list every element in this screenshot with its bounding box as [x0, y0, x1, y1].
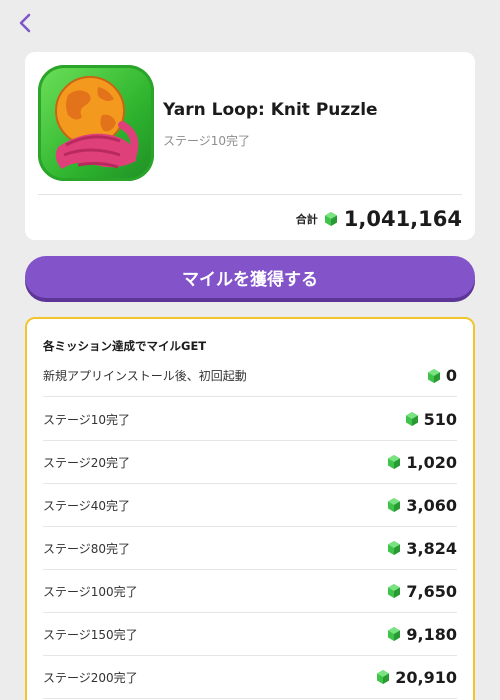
green-gem-icon [405, 412, 418, 426]
back-button[interactable] [14, 12, 36, 34]
mission-row: ステージ150完了 9,180 [43, 613, 457, 656]
mission-label: ステージ200完了 [43, 670, 138, 685]
mission-row: ステージ80完了 3,824 [43, 527, 457, 570]
mission-reward: 7,650 [387, 582, 457, 601]
mission-reward-value: 7,650 [406, 581, 457, 601]
mission-heading: 各ミッション達成でマイルGET [43, 339, 207, 353]
mission-label: ステージ20完了 [43, 455, 131, 470]
mission-label: ステージ150完了 [43, 627, 138, 642]
chevron-left-icon [19, 13, 31, 33]
total-value: 1,041,164 [343, 207, 462, 231]
total-miles: 合計 1,041,164 [296, 204, 462, 234]
mission-reward: 3,824 [387, 539, 457, 558]
mission-row: ステージ20完了 1,020 [43, 441, 457, 484]
divider [38, 194, 462, 195]
green-gem-icon [388, 498, 401, 512]
mission-label: ステージ40完了 [43, 498, 131, 513]
mission-label: 新規アプリインストール後、初回起動 [43, 369, 247, 383]
mission-row: 新規アプリインストール後、初回起動 0 [43, 355, 457, 397]
mission-reward-value: 0 [445, 366, 457, 385]
mission-reward-value: 3,060 [406, 495, 457, 515]
mission-reward: 0 [427, 366, 457, 385]
green-gem-icon [324, 212, 337, 226]
mission-row: ステージ200完了 20,910 [43, 656, 457, 699]
mission-row: ステージ100完了 7,650 [43, 570, 457, 613]
mission-reward-value: 3,824 [406, 538, 457, 558]
green-gem-icon [388, 541, 401, 555]
mission-reward: 9,180 [387, 625, 457, 644]
mission-row: ステージ40完了 3,060 [43, 484, 457, 527]
green-gem-icon [388, 584, 401, 598]
green-gem-icon [388, 455, 401, 469]
green-gem-icon [427, 368, 440, 383]
app-title: Yarn Loop: Knit Puzzle [163, 100, 378, 120]
mission-list: 各ミッション達成でマイルGET 新規アプリインストール後、初回起動 0 ステージ10… [25, 317, 475, 700]
earn-miles-button[interactable]: マイルを獲得する [25, 256, 475, 298]
total-label: 合計 [295, 213, 318, 226]
mission-label: ステージ10完了 [43, 412, 131, 427]
mission-reward-value: 510 [423, 409, 457, 429]
mission-reward-value: 9,180 [406, 624, 457, 644]
mission-label: ステージ100完了 [43, 584, 138, 599]
mission-reward: 3,060 [387, 496, 457, 515]
mission-reward-value: 1,020 [406, 452, 457, 472]
yarn-ball-globe-icon [38, 65, 154, 181]
mission-label: ステージ80完了 [43, 541, 131, 556]
mission-row: ステージ10完了 510 [43, 398, 457, 441]
app-card[interactable]: Yarn Loop: Knit Puzzle ステージ10完了 合計 1,041… [25, 52, 475, 240]
mission-reward-value: 20,910 [395, 667, 457, 687]
mission-reward: 1,020 [387, 453, 457, 472]
green-gem-icon [377, 670, 390, 684]
app-progress: ステージ10完了 [163, 134, 251, 148]
mission-reward: 20,910 [376, 668, 457, 687]
green-gem-icon [388, 627, 401, 641]
mission-reward: 510 [405, 410, 457, 429]
